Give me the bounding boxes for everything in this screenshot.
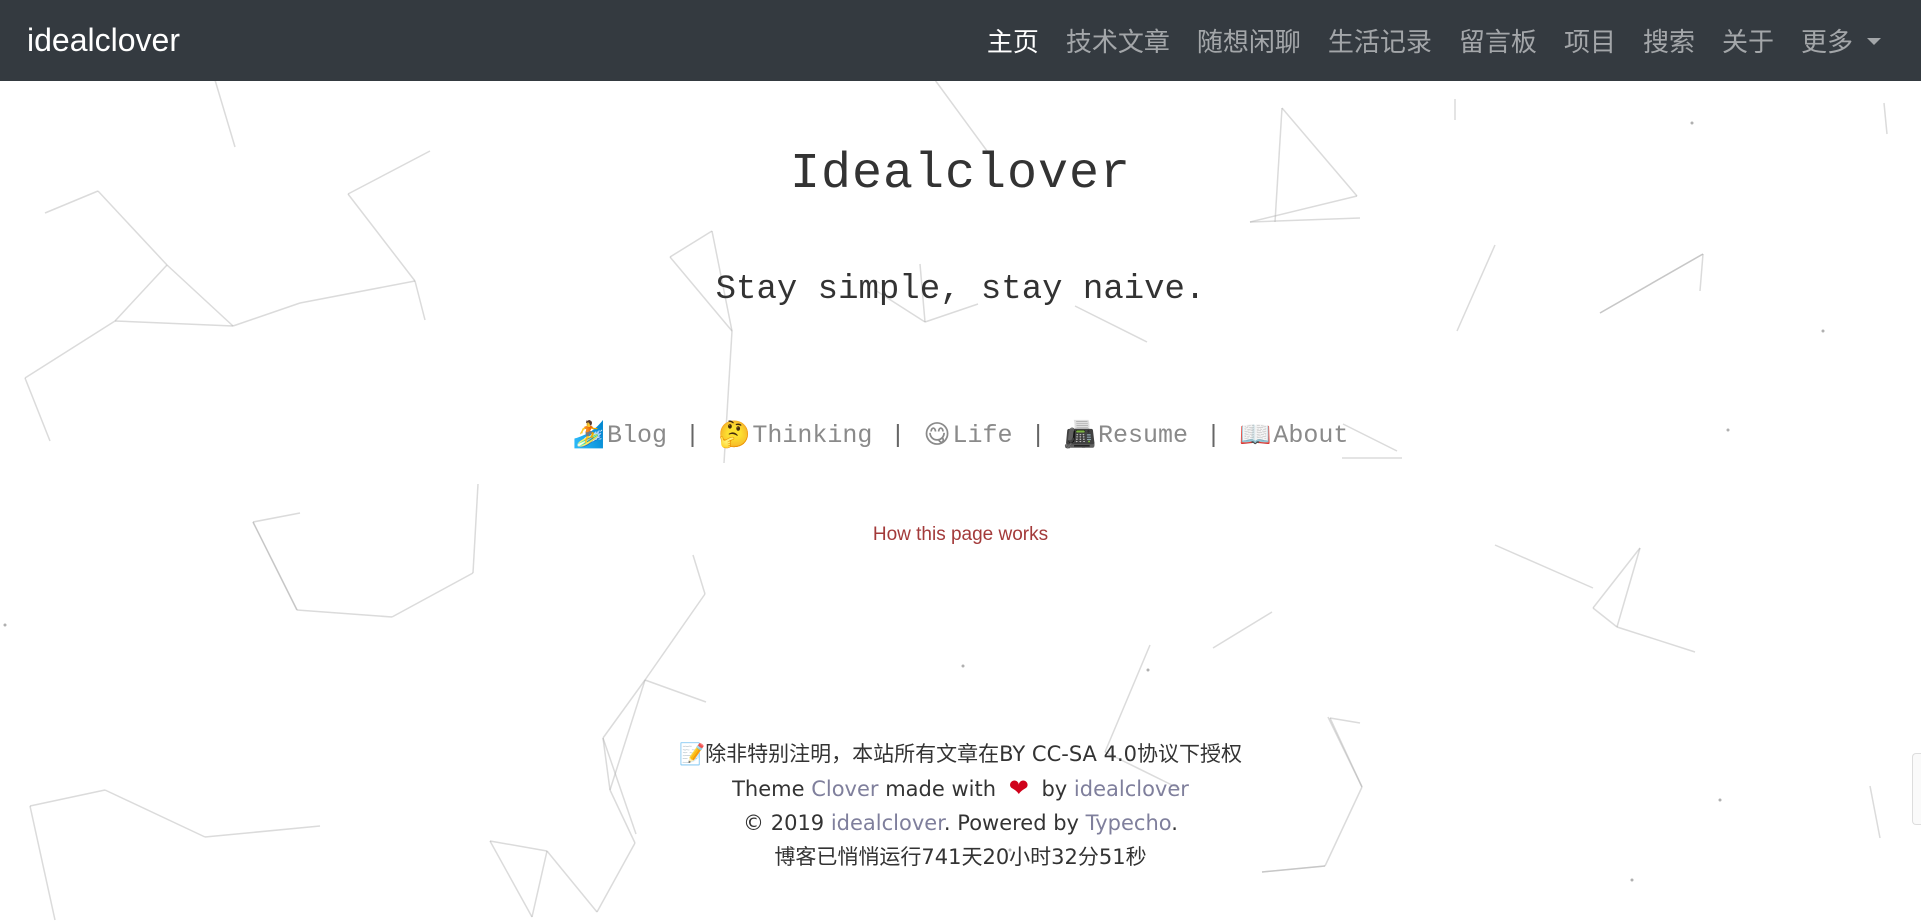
about-link[interactable]: 📖 About (1239, 420, 1348, 450)
particle-dot (1821, 329, 1825, 333)
surfer-icon: 🏄 (572, 420, 605, 450)
particle-line (669, 230, 713, 258)
particle-line (1494, 544, 1594, 589)
hero-links: 🏄 Blog | 🤔 Thinking | 😋 Life | 📠 Resume … (0, 420, 1921, 450)
nav-item-projects[interactable]: 项目 (1564, 22, 1616, 59)
link-separator: | (1030, 420, 1046, 450)
particle-line (644, 593, 706, 681)
theme-by-text: by (1034, 777, 1074, 801)
particle-line (644, 679, 707, 703)
about-link-label: About (1273, 420, 1349, 450)
theme-prefix: Theme (732, 777, 812, 801)
nav-item-more-label: 更多 (1800, 28, 1853, 58)
caret-down-icon (1867, 38, 1881, 45)
license-text: 除非特别注明，本站所有文章在BY CC-SA 4.0协议下授权 (705, 742, 1242, 766)
particle-dot (1690, 121, 1694, 125)
author-link[interactable]: idealclover (1074, 777, 1189, 801)
theme-mid-text: made with (878, 777, 1003, 801)
life-link-label: Life (952, 420, 1013, 450)
thinking-face-icon: 🤔 (718, 420, 751, 450)
nav-item-life-records[interactable]: 生活记录 (1328, 22, 1432, 59)
particle-line (296, 609, 393, 618)
particle-line (692, 554, 706, 595)
particle-dot (1146, 668, 1150, 672)
particle-line (1074, 305, 1148, 343)
resume-link-label: Resume (1097, 420, 1188, 450)
particle-line (1616, 547, 1641, 628)
top-navbar: idealclover 主页 技术文章 随想闲聊 生活记录 留言板 项目 搜索 … (0, 0, 1921, 81)
theme-link[interactable]: Clover (811, 777, 878, 801)
powered-suffix: . (1171, 811, 1178, 835)
blog-link[interactable]: 🏄 Blog (573, 420, 667, 450)
heart-icon: ❤ (1008, 774, 1029, 802)
link-separator: | (890, 420, 906, 450)
nav-item-guestbook[interactable]: 留言板 (1459, 22, 1537, 59)
copyright-line: © 2019 idealclover. Powered by Typecho. (0, 806, 1921, 840)
theme-line: Theme Clover made with ❤ by idealclover (0, 771, 1921, 806)
typecho-link[interactable]: Typecho (1086, 811, 1172, 835)
nav-menu: 主页 技术文章 随想闲聊 生活记录 留言板 项目 搜索 关于 更多 (960, 0, 1881, 81)
site-tagline: Stay simple, stay naive. (715, 271, 1206, 309)
particle-line (1883, 102, 1888, 135)
memo-icon: 📝 (679, 742, 706, 766)
particle-line (24, 320, 116, 379)
particle-line (602, 679, 646, 739)
particle-dot (3, 623, 7, 627)
license-line: 📝除非特别注明，本站所有文章在BY CC-SA 4.0协议下授权 (0, 737, 1921, 771)
particle-line (1104, 644, 1151, 753)
particle-line (214, 79, 236, 148)
particle-line (252, 512, 301, 523)
life-link[interactable]: 😋 Life (923, 420, 1012, 450)
copyright-author-link[interactable]: idealclover (831, 811, 944, 835)
nav-item-tech-articles[interactable]: 技术文章 (1066, 22, 1170, 59)
uptime-line: 博客已悄悄运行741天20小时32分51秒 (774, 845, 1147, 869)
nav-item-home[interactable]: 主页 (987, 22, 1039, 59)
link-separator: | (685, 420, 701, 450)
open-book-icon: 📖 (1238, 420, 1272, 450)
blog-link-label: Blog (606, 420, 667, 450)
particle-line (1592, 607, 1618, 628)
nav-item-more-dropdown[interactable]: 更多 (1801, 22, 1881, 59)
page-title: Idealclover (789, 146, 1132, 203)
nav-item-about[interactable]: 关于 (1722, 22, 1774, 59)
resume-link[interactable]: 📠 Resume (1064, 420, 1188, 450)
particle-line (1592, 547, 1641, 609)
particle-line (934, 79, 991, 156)
yum-face-icon: 😋 (923, 420, 951, 450)
particle-dot (961, 664, 965, 668)
particle-line (347, 193, 416, 282)
copyright-prefix: © 2019 (743, 811, 831, 835)
side-scroll-tab[interactable] (1912, 753, 1921, 825)
how-page-works-link[interactable]: How this page works (873, 524, 1048, 545)
site-footer: 📝除非特别注明，本站所有文章在BY CC-SA 4.0协议下授权 Theme C… (0, 737, 1921, 874)
thinking-link-label: Thinking (752, 420, 873, 450)
particle-line (1616, 626, 1696, 653)
nav-item-search[interactable]: 搜索 (1643, 22, 1695, 59)
link-separator: | (1205, 420, 1221, 450)
particle-line (114, 320, 234, 327)
fax-machine-icon: 📠 (1063, 420, 1096, 450)
powered-text: . Powered by (943, 811, 1086, 835)
thinking-link[interactable]: 🤔 Thinking (718, 420, 872, 450)
particle-line (1212, 611, 1273, 649)
site-brand[interactable]: idealclover (27, 0, 180, 81)
nav-item-thoughts[interactable]: 随想闲聊 (1197, 22, 1301, 59)
particle-dot (1630, 878, 1634, 882)
particle-line (391, 572, 474, 618)
particle-line (1329, 717, 1361, 724)
how-page-works-link-container: How this page works (0, 524, 1921, 546)
